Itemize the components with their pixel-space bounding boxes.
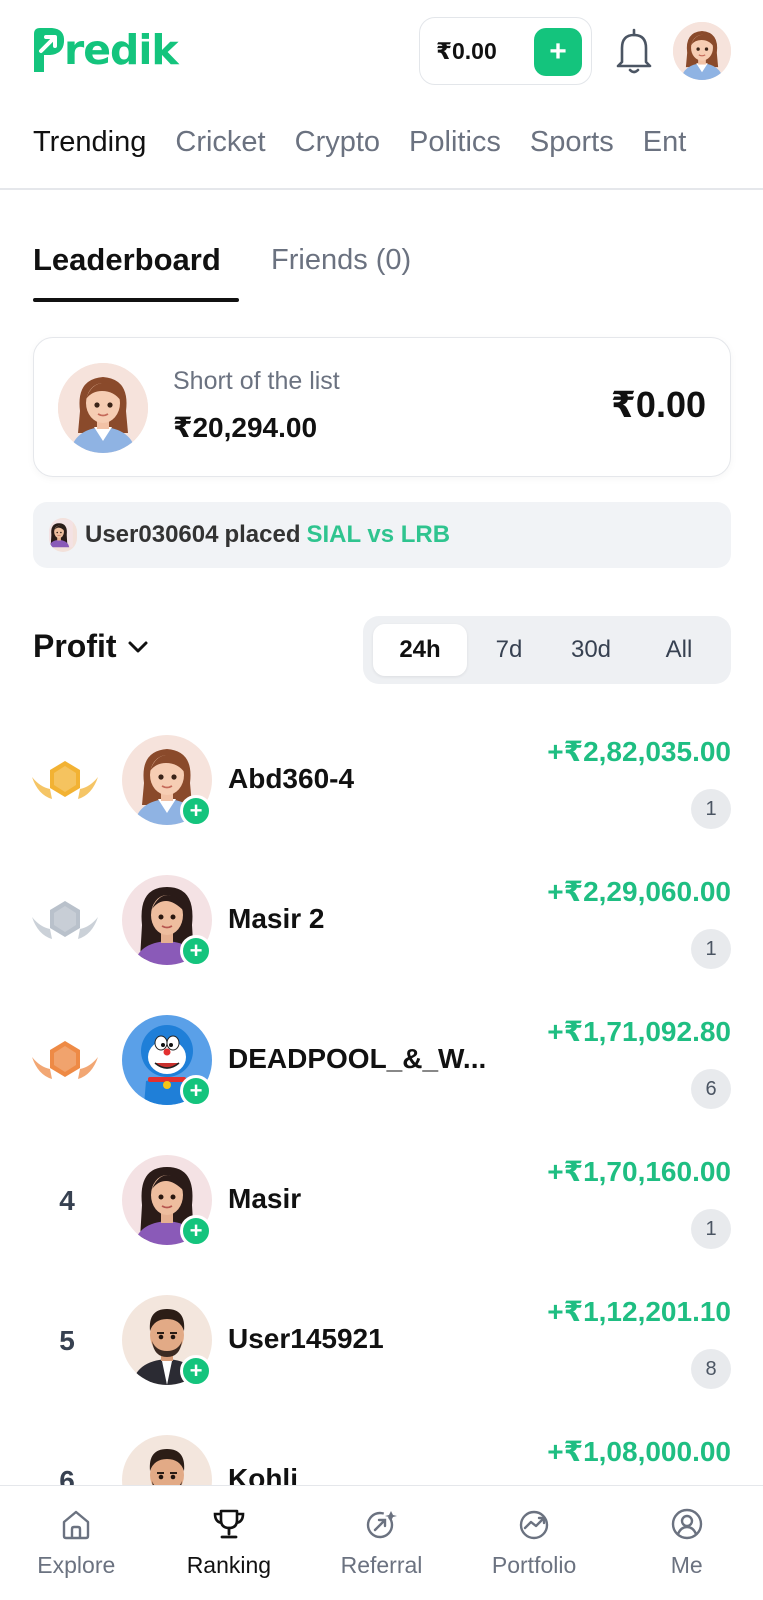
trophy-icon	[213, 1509, 245, 1539]
wallet-balance-button[interactable]: ₹0.00 +	[419, 17, 592, 85]
user-name: Masir 2	[228, 903, 325, 934]
period-24h[interactable]: 24h	[373, 624, 467, 676]
my-rank-caption: Short of the list	[173, 367, 340, 395]
chevron-down-icon	[128, 641, 148, 652]
metric-dropdown[interactable]: Profit	[33, 628, 149, 665]
nav-me[interactable]: Me	[610, 1486, 763, 1600]
activity-ticker[interactable]: User030604 placed SIAL vs LRB	[33, 502, 731, 568]
nav-label: Me	[670, 1552, 703, 1578]
period-selector: 24h 7d 30d All	[363, 616, 731, 684]
rank-number: 5	[59, 1325, 75, 1356]
tab-cricket[interactable]: Cricket	[175, 118, 265, 188]
ticker-event-link[interactable]: SIAL vs LRB	[306, 521, 450, 549]
predik-logo[interactable]: redik	[32, 26, 179, 74]
metric-label: Profit	[33, 628, 117, 664]
my-rank-amount: ₹20,294.00	[173, 412, 318, 443]
logo-arrow-icon	[34, 28, 65, 72]
follow-plus-button[interactable]: +	[180, 935, 212, 967]
follow-plus-button[interactable]: +	[180, 1215, 212, 1247]
my-profit: ₹0.00	[610, 384, 706, 425]
gold-medal-icon	[30, 755, 100, 807]
period-all[interactable]: All	[637, 624, 721, 676]
tab-entertainment[interactable]: Ent	[643, 118, 687, 188]
ticker-username: User030604	[85, 521, 219, 548]
user-profit: +₹1,70,160.00	[547, 1156, 731, 1187]
user-name: Masir	[228, 1183, 302, 1214]
bronze-medal-icon	[30, 1035, 100, 1087]
silver-medal-icon	[30, 895, 100, 947]
bottom-navigation: Explore Ranking Referral Portfolio Me	[0, 1485, 763, 1600]
follow-plus-button[interactable]: +	[180, 795, 212, 827]
trade-count-badge: 6	[691, 1069, 731, 1109]
nav-label: Referral	[340, 1552, 423, 1578]
profile-avatar[interactable]	[673, 22, 731, 80]
avatar-image	[58, 363, 148, 453]
tabs-fade	[703, 118, 763, 178]
logo-text: redik	[64, 26, 179, 74]
trade-count-badge: 8	[691, 1349, 731, 1389]
user-name: DEADPOOL_&_W...	[228, 1043, 487, 1074]
leaderboard-row[interactable]: + Masir 2 +₹2,29,060.00 1	[0, 865, 763, 985]
rank-number: 4	[59, 1185, 75, 1216]
my-avatar	[58, 363, 148, 453]
leaderboard-row[interactable]: + DEADPOOL_&_W... +₹1,71,092.80 6	[0, 1005, 763, 1125]
ticker-verb: placed	[224, 521, 301, 548]
tab-politics[interactable]: Politics	[409, 118, 501, 188]
active-tab-indicator	[33, 298, 239, 302]
notification-bell-icon[interactable]	[610, 26, 658, 76]
follow-plus-button[interactable]: +	[180, 1075, 212, 1107]
trade-count-badge: 1	[691, 789, 731, 829]
referral-icon	[367, 1511, 398, 1539]
user-profit: +₹1,08,000.00	[547, 1436, 731, 1467]
period-30d[interactable]: 30d	[549, 624, 633, 676]
tab-leaderboard[interactable]: Leaderboard	[33, 238, 221, 282]
my-rank-card[interactable]: Short of the list ₹20,294.00 ₹0.00	[33, 337, 731, 477]
leaderboard-row[interactable]: + Abd360-4 +₹2,82,035.00 1	[0, 725, 763, 845]
nav-label: Portfolio	[491, 1552, 577, 1578]
follow-plus-button[interactable]: +	[180, 1355, 212, 1387]
avatar-image	[49, 518, 77, 552]
user-profit: +₹1,12,201.10	[547, 1296, 731, 1327]
user-name: User145921	[228, 1323, 384, 1354]
tab-crypto[interactable]: Crypto	[295, 118, 380, 188]
trade-count-badge: 1	[691, 1209, 731, 1249]
tab-sports[interactable]: Sports	[530, 118, 614, 188]
ticker-avatar	[49, 518, 77, 552]
leaderboard-row[interactable]: 5 + User145921 +₹1,12,201.10 8	[0, 1285, 763, 1405]
trade-count-badge: 1	[691, 929, 731, 969]
tab-friends[interactable]: Friends (0)	[271, 238, 411, 282]
add-funds-button[interactable]: +	[534, 28, 582, 76]
leaderboard-row[interactable]: 4 + Masir +₹1,70,160.00 1	[0, 1145, 763, 1265]
tab-trending[interactable]: Trending	[33, 118, 146, 188]
nav-label: Explore	[37, 1552, 116, 1578]
user-profit: +₹2,82,035.00	[547, 736, 731, 767]
avatar-image	[673, 22, 731, 80]
header-divider	[0, 188, 763, 190]
home-icon	[63, 1510, 90, 1540]
user-profit: +₹1,71,092.80	[547, 1016, 731, 1047]
period-7d[interactable]: 7d	[473, 624, 545, 676]
nav-explore[interactable]: Explore	[0, 1486, 153, 1600]
user-profit: +₹2,29,060.00	[547, 876, 731, 907]
app-header: redik ₹0.00 +	[0, 0, 763, 100]
nav-referral[interactable]: Referral	[305, 1486, 458, 1600]
nav-ranking[interactable]: Ranking	[153, 1486, 306, 1600]
wallet-balance: ₹0.00	[436, 37, 497, 64]
nav-portfolio[interactable]: Portfolio	[458, 1486, 611, 1600]
profile-icon	[671, 1508, 702, 1540]
portfolio-icon	[519, 1510, 549, 1540]
user-name: Abd360-4	[228, 763, 355, 794]
category-tabs: Trending Cricket Crypto Politics Sports …	[0, 118, 763, 188]
nav-label: Ranking	[186, 1552, 272, 1578]
